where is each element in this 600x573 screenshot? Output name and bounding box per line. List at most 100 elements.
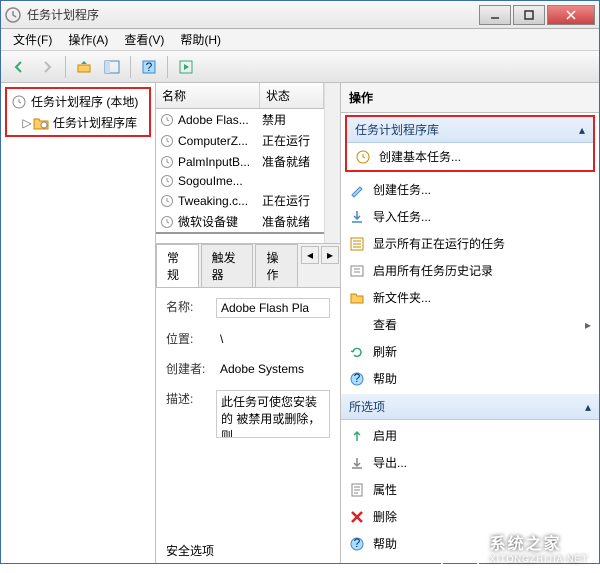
- menu-view[interactable]: 查看(V): [116, 29, 172, 50]
- action-group-selected[interactable]: 所选项 ▴: [341, 394, 599, 420]
- location-value: \: [216, 330, 330, 348]
- group-title: 任务计划程序库: [355, 121, 579, 138]
- tree-root-label: 任务计划程序 (本地): [31, 93, 138, 110]
- help-icon: ?: [349, 371, 365, 387]
- import-icon: [349, 209, 365, 225]
- action-create-task[interactable]: 创建任务...: [341, 176, 599, 203]
- action-enable-history[interactable]: 启用所有任务历史记录: [341, 257, 599, 284]
- list-row[interactable]: Adobe Flas...禁用: [156, 109, 324, 130]
- menu-action[interactable]: 操作(A): [60, 29, 116, 50]
- col-status[interactable]: 状态: [260, 83, 324, 108]
- export-icon: [349, 455, 365, 471]
- watermark-text: 系统之家 XITONGZHIJIA.NET: [490, 530, 588, 564]
- action-create-basic[interactable]: 创建基本任务...: [347, 143, 593, 170]
- svg-text:?: ?: [146, 60, 153, 74]
- col-name[interactable]: 名称: [156, 83, 260, 108]
- action-label: 启用: [373, 427, 591, 444]
- action-refresh[interactable]: 刷新: [341, 338, 599, 365]
- list-header: 名称 状态: [156, 83, 324, 109]
- watermark-icon: [438, 527, 482, 567]
- action-show-running[interactable]: 显示所有正在运行的任务: [341, 230, 599, 257]
- list-icon: [349, 236, 365, 252]
- action-list-1: 创建任务... 导入任务... 显示所有正在运行的任务 启用所有任务历史记录 新…: [341, 174, 599, 394]
- wand-icon: [349, 182, 365, 198]
- tree-highlight: 任务计划程序 (本地) ▷ 任务计划程序库: [5, 87, 151, 137]
- actions-header: 操作: [341, 83, 599, 113]
- collapse-icon[interactable]: ▴: [579, 123, 585, 137]
- expand-icon[interactable]: ▷: [21, 116, 33, 130]
- minimize-button[interactable]: [479, 5, 511, 25]
- location-label: 位置:: [166, 330, 216, 348]
- action-label: 创建任务...: [373, 181, 591, 198]
- action-export[interactable]: 导出...: [341, 449, 599, 476]
- row-status: 正在运行: [262, 192, 320, 209]
- list-row[interactable]: 微软设备键准备就绪: [156, 211, 324, 232]
- list-row[interactable]: Tweaking.c...正在运行: [156, 190, 324, 211]
- watermark-url: XITONGZHIJIA.NET: [490, 554, 588, 564]
- menu-file[interactable]: 文件(F): [5, 29, 60, 50]
- list-row[interactable]: ComputerZ...正在运行: [156, 130, 324, 151]
- action-properties[interactable]: 属性: [341, 476, 599, 503]
- row-status: 准备就绪: [262, 213, 320, 230]
- delete-icon: [349, 509, 365, 525]
- action-label: 删除: [373, 508, 591, 525]
- folder-clock-icon: [33, 115, 49, 131]
- tree-library-label: 任务计划程序库: [53, 114, 137, 131]
- collapse-icon[interactable]: ▴: [585, 400, 591, 414]
- action-label: 导出...: [373, 454, 591, 471]
- tab-triggers[interactable]: 触发器: [201, 244, 254, 287]
- action-delete[interactable]: 删除: [341, 503, 599, 530]
- watermark-name: 系统之家: [490, 530, 588, 554]
- watermark: 系统之家 XITONGZHIJIA.NET: [438, 527, 588, 567]
- maximize-button[interactable]: [513, 5, 545, 25]
- close-button[interactable]: [547, 5, 595, 25]
- detail-body: 名称:Adobe Flash Pla 位置:\ 创建者:Adobe System…: [156, 288, 340, 538]
- menu-help[interactable]: 帮助(H): [172, 29, 229, 50]
- clock-icon: [160, 194, 174, 208]
- app-icon: [5, 7, 21, 23]
- action-group-library[interactable]: 任务计划程序库 ▴: [347, 117, 593, 143]
- window-title: 任务计划程序: [27, 6, 477, 23]
- title-bar: 任务计划程序: [1, 1, 599, 29]
- tab-general[interactable]: 常规: [156, 244, 199, 287]
- action-import[interactable]: 导入任务...: [341, 203, 599, 230]
- tab-scroll-left[interactable]: ◂: [301, 246, 319, 264]
- row-name: SogouIme...: [178, 174, 262, 188]
- action-label: 显示所有正在运行的任务: [373, 235, 591, 252]
- row-name: 微软设备键: [178, 213, 262, 230]
- back-button[interactable]: [7, 55, 31, 79]
- action-view[interactable]: 查看▸: [341, 311, 599, 338]
- detail-tabs: 常规 触发器 操作 ◂ ▸: [156, 244, 340, 288]
- clock-icon: [355, 149, 371, 165]
- tab-scroll-right[interactable]: ▸: [321, 246, 339, 264]
- action-label: 帮助: [373, 370, 591, 387]
- tree-root[interactable]: 任务计划程序 (本地): [9, 91, 147, 112]
- up-button[interactable]: [72, 55, 96, 79]
- action-label: 刷新: [373, 343, 591, 360]
- desc-field[interactable]: 此任务可使您安装的 被禁用或删除，则: [216, 390, 330, 438]
- list-row[interactable]: PalmInputB...准备就绪: [156, 151, 324, 172]
- task-list: Adobe Flas...禁用 ComputerZ...正在运行 PalmInp…: [156, 109, 324, 234]
- separator: [167, 56, 168, 78]
- action-help[interactable]: ? 帮助: [341, 365, 599, 392]
- content-area: 任务计划程序 (本地) ▷ 任务计划程序库 名称 状态 Adobe Flas.: [1, 83, 599, 563]
- forward-button[interactable]: [35, 55, 59, 79]
- name-label: 名称:: [166, 298, 216, 318]
- action-new-folder[interactable]: 新文件夹...: [341, 284, 599, 311]
- row-status: 正在运行: [262, 132, 320, 149]
- name-field[interactable]: Adobe Flash Pla: [216, 298, 330, 318]
- list-scrollbar[interactable]: [324, 83, 340, 243]
- blank-icon: [349, 317, 365, 333]
- separator: [65, 56, 66, 78]
- panes-button[interactable]: [100, 55, 124, 79]
- list-row[interactable]: SogouIme...: [156, 172, 324, 190]
- help-tb-button[interactable]: ?: [137, 55, 161, 79]
- tree-library[interactable]: ▷ 任务计划程序库: [9, 112, 147, 133]
- tab-actions[interactable]: 操作: [255, 244, 298, 287]
- clock-icon: [160, 155, 174, 169]
- menu-bar: 文件(F) 操作(A) 查看(V) 帮助(H): [1, 29, 599, 51]
- toolbar: ?: [1, 51, 599, 83]
- run-tb-button[interactable]: [174, 55, 198, 79]
- action-enable[interactable]: 启用: [341, 422, 599, 449]
- history-icon: [349, 263, 365, 279]
